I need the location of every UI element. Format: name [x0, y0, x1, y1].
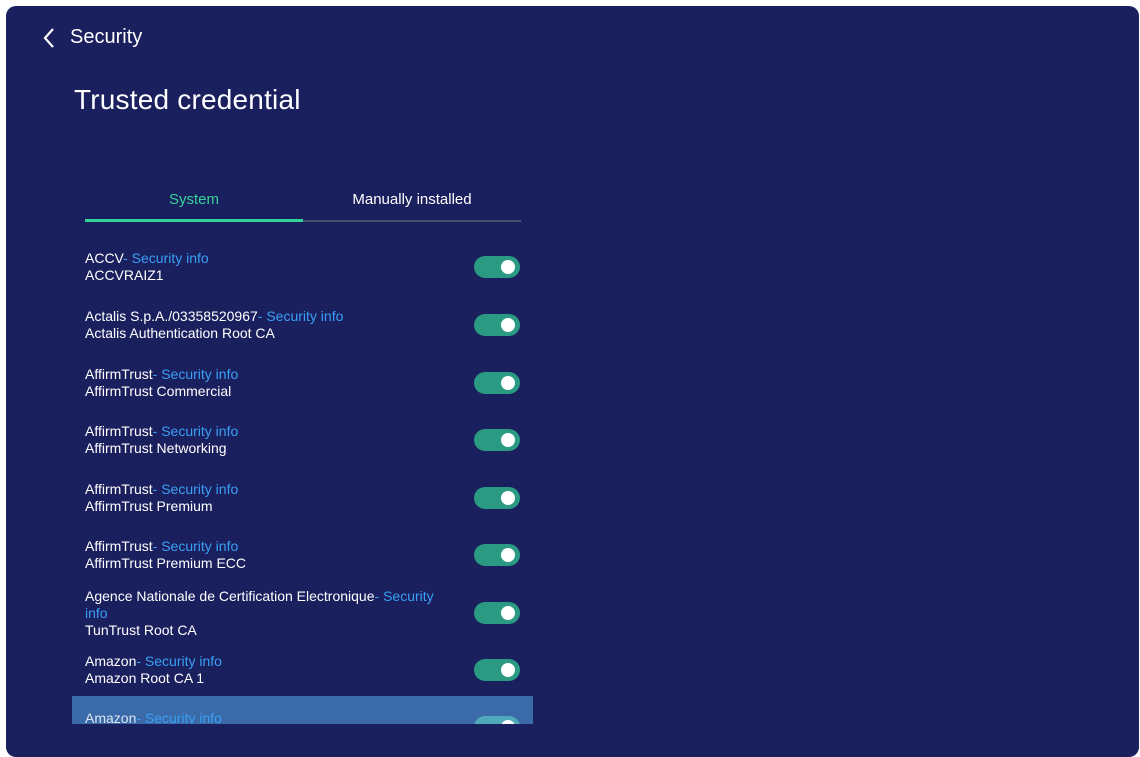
toggle-knob	[501, 491, 515, 505]
cert-toggle[interactable]	[474, 716, 520, 724]
cert-toggle[interactable]	[474, 602, 520, 624]
security-info-link[interactable]: - Security info	[136, 710, 222, 724]
toggle-knob	[501, 548, 515, 562]
list-item-focused[interactable]: Amazon- Security info	[72, 696, 533, 724]
cert-name: AffirmTrust Premium ECC	[85, 555, 247, 571]
cert-toggle[interactable]	[474, 314, 520, 336]
security-info-link[interactable]: - Security info	[153, 366, 239, 382]
page-title: Trusted credential	[74, 84, 301, 115]
cert-issuer: Amazon	[85, 653, 137, 669]
list-item[interactable]: AffirmTrust- Security info AffirmTrust N…	[72, 410, 533, 467]
toggle-knob	[501, 318, 515, 332]
cert-toggle[interactable]	[474, 659, 520, 681]
cert-toggle[interactable]	[474, 487, 520, 509]
certificate-list[interactable]: ACCV- Security info ACCVRAIZ1 Actalis S.…	[72, 238, 533, 724]
toggle-knob	[501, 260, 515, 274]
security-info-link[interactable]: - Security info	[153, 423, 239, 439]
cert-issuer: AffirmTrust	[85, 538, 153, 554]
security-info-link[interactable]: - Security info	[123, 250, 209, 266]
cert-name: AffirmTrust Networking	[85, 440, 227, 456]
list-item[interactable]: AffirmTrust- Security info AffirmTrust P…	[72, 525, 533, 582]
cert-name: AffirmTrust Premium	[85, 498, 213, 514]
cert-name: Amazon Root CA 1	[85, 670, 205, 686]
cert-issuer: ACCV	[85, 250, 124, 266]
cert-issuer: Agence Nationale de Certification Electr…	[85, 588, 375, 604]
security-info-link[interactable]: - Security info	[153, 481, 239, 497]
toggle-knob	[501, 720, 515, 724]
security-info-link[interactable]: - Security info	[258, 308, 344, 324]
cert-toggle[interactable]	[474, 429, 520, 451]
back-button[interactable]: Security	[42, 26, 142, 49]
list-item[interactable]: Amazon- Security info Amazon Root CA 1	[72, 640, 533, 697]
tab-manually-installed[interactable]: Manually installed	[303, 188, 521, 220]
tab-bar: System Manually installed	[85, 188, 521, 222]
list-item[interactable]: ACCV- Security info ACCVRAIZ1	[72, 238, 533, 294]
cert-name: TunTrust Root CA	[85, 622, 197, 638]
list-item[interactable]: AffirmTrust- Security info AffirmTrust C…	[72, 353, 533, 410]
cert-name: AffirmTrust Commercial	[85, 383, 232, 399]
back-label: Security	[70, 26, 143, 48]
security-info-link[interactable]: - Security info	[136, 653, 222, 669]
cert-issuer: Amazon	[85, 710, 137, 724]
cert-issuer: AffirmTrust	[85, 423, 153, 439]
cert-issuer: Actalis S.p.A./03358520967	[85, 308, 258, 324]
cert-issuer: AffirmTrust	[85, 481, 153, 497]
list-item[interactable]: Agence Nationale de Certification Electr…	[72, 582, 533, 639]
cert-name: Actalis Authentication Root CA	[85, 325, 275, 341]
cert-toggle[interactable]	[474, 372, 520, 394]
toggle-knob	[501, 663, 515, 677]
list-item[interactable]: AffirmTrust- Security info AffirmTrust P…	[72, 468, 533, 525]
tab-system[interactable]: System	[85, 188, 303, 222]
cert-toggle[interactable]	[474, 544, 520, 566]
settings-screen: Security Trusted credential System Manua…	[6, 6, 1139, 757]
list-item[interactable]: Actalis S.p.A./03358520967- Security inf…	[72, 295, 533, 352]
toggle-knob	[501, 376, 515, 390]
toggle-knob	[501, 606, 515, 620]
cert-issuer: AffirmTrust	[85, 366, 153, 382]
chevron-left-icon	[42, 27, 56, 49]
toggle-knob	[501, 433, 515, 447]
cert-name: ACCVRAIZ1	[85, 267, 164, 283]
security-info-link[interactable]: - Security info	[153, 538, 239, 554]
cert-toggle[interactable]	[474, 256, 520, 278]
